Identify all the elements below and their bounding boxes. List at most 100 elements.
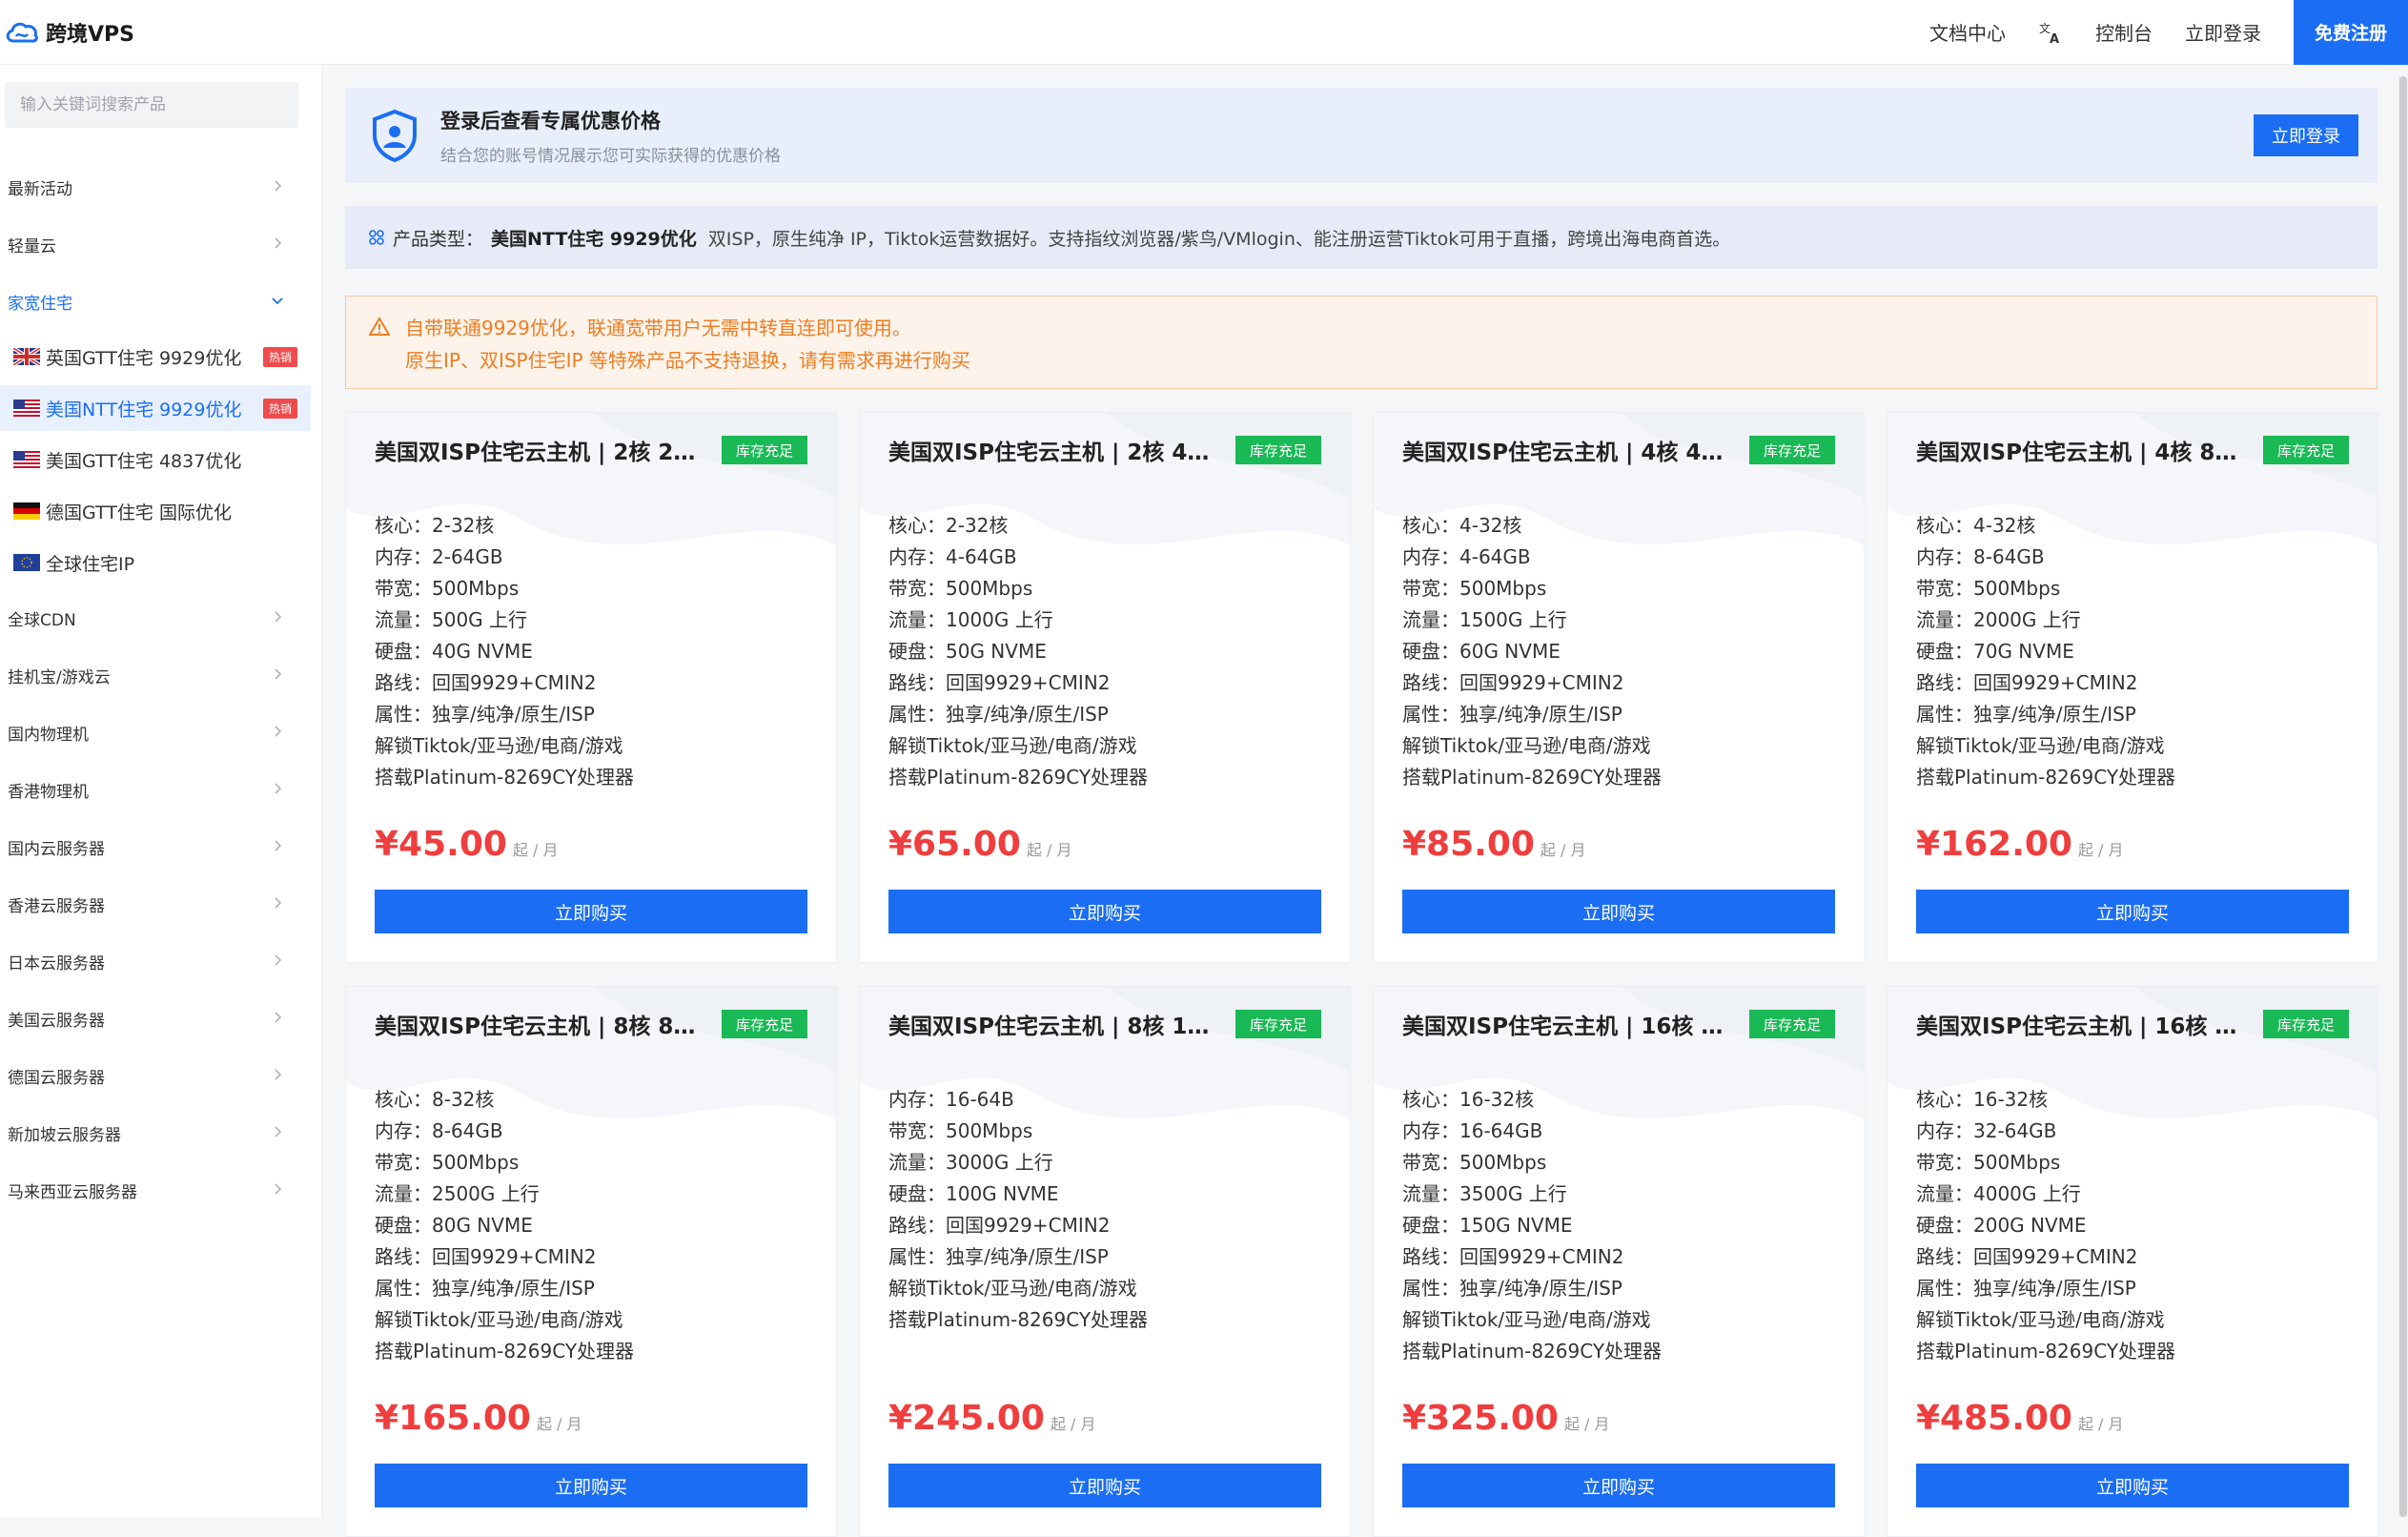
search-input[interactable] [5,82,298,128]
banner-login-button[interactable]: 立即登录 [2254,114,2358,156]
buy-button[interactable]: 立即购买 [1916,890,2349,933]
sidebar-item-label: 挂机宝/游戏云 [8,667,111,687]
spec-line: 流量：1000G 上行 [888,608,1053,631]
spec-line: 属性：独享/纯净/原生/ISP [375,703,595,726]
product-card: 美国双ISP住宅云主机 | 2核 2… 库存充足 核心：2-32核 内存：2-64GB… [345,412,837,963]
sidebar-item-us-cloud[interactable]: 美国云服务器 [0,999,305,1037]
product-card: 美国双ISP住宅云主机 | 2核 4… 库存充足 核心：2-32核 内存：4-64GB… [859,412,1351,963]
product-type-label: 产品类型： [393,228,484,250]
buy-button[interactable]: 立即购买 [375,1464,807,1507]
notice-box: 自带联通9929优化，联通宽带用户无需中转直连即可使用。 原生IP、双ISP住宅… [345,296,2377,389]
chevron-right-icon [275,783,282,794]
sidebar-item-label: 马来西亚云服务器 [8,1182,137,1202]
cloud-logo-icon [6,22,38,43]
spec-line: 流量：3000G 上行 [888,1151,1053,1174]
spec-line: 流量：4000G 上行 [1916,1182,2081,1205]
sidebar-item-singapore-cloud[interactable]: 新加坡云服务器 [0,1114,305,1152]
spec-line: 硬盘：40G NVME [375,640,533,663]
docs-link[interactable]: 文档中心 [1929,18,2006,46]
price-row: ¥245.00 起 / 月 [888,1399,1096,1438]
spec-line: 带宽：500Mbps [1402,577,1547,600]
notice-line-1: 自带联通9929优化，联通宽带用户无需中转直连即可使用。 [369,310,2377,342]
spec-line: 搭载Platinum-8269CY处理器 [888,1308,1149,1331]
translate-icon[interactable]: 文 A [2038,20,2063,45]
sidebar-subitem-us-gtt[interactable]: 美国GTT住宅 4837优化 [0,437,311,482]
sidebar-item-hk-physical[interactable]: 香港物理机 [0,770,305,809]
price-row: ¥85.00 起 / 月 [1402,825,1586,864]
spec-line: 搭载Platinum-8269CY处理器 [888,766,1149,789]
product-card: 美国双ISP住宅云主机 | 4核 8… 库存充足 核心：4-32核 内存：8-64GB… [1887,412,2378,963]
sidebar-item-label: 全球CDN [8,610,76,630]
chevron-right-icon [275,611,282,623]
buy-button[interactable]: 立即购买 [888,890,1321,933]
login-link[interactable]: 立即登录 [2185,18,2261,46]
spec-line: 硬盘：50G NVME [888,640,1047,663]
us-flag-icon [13,400,40,417]
scrollbar-thumb[interactable] [2399,76,2407,1517]
subitem-label: 德国GTT住宅 国际优化 [46,502,232,523]
chevron-right-icon [275,237,282,249]
buy-button[interactable]: 立即购买 [375,890,807,933]
banner-text: 登录后查看专属优惠价格 结合您的账号情况展示您可实际获得的优惠价格 [440,106,781,166]
sidebar-item-global-cdn[interactable]: 全球CDN [0,599,305,637]
product-type-name: 美国NTT住宅 9929优化 [491,228,697,250]
subitem-label: 美国NTT住宅 9929优化 [46,399,242,420]
sidebar-subitem-global-ip[interactable]: 全球住宅IP [0,540,311,585]
price: ¥162.00 [1916,825,2072,864]
spec-line: 内存：16-64B [888,1088,1014,1111]
price: ¥85.00 [1402,825,1535,864]
sidebar-item-japan-cloud[interactable]: 日本云服务器 [0,942,305,980]
sidebar-item-latest-events[interactable]: 最新活动 [0,168,305,206]
spec-line: 属性：独享/纯净/原生/ISP [375,1277,595,1300]
sidebar-item-label: 国内云服务器 [8,839,105,859]
banner-subtitle: 结合您的账号情况展示您可实际获得的优惠价格 [440,146,781,166]
spec-line: 路线：回国9929+CMIN2 [1402,1245,1624,1268]
price: ¥485.00 [1916,1399,2072,1438]
console-link[interactable]: 控制台 [2095,18,2153,46]
spec-list: 核心：16-32核 内存：16-64GB 带宽：500Mbps 流量：3500G 上行… [1402,1084,1662,1367]
sidebar-item-germany-cloud[interactable]: 德国云服务器 [0,1056,305,1095]
price-unit: 起 / 月 [536,1415,582,1433]
spec-line: 流量：500G 上行 [375,608,528,631]
sidebar-item-label: 轻量云 [8,236,56,256]
spec-line: 解锁Tiktok/亚马逊/电商/游戏 [1402,1308,1651,1331]
price-unit: 起 / 月 [1026,841,1072,859]
spec-list: 核心：2-32核 内存：2-64GB 带宽：500Mbps 流量：500G 上行 硬盘：… [375,510,634,793]
sidebar-item-label: 美国云服务器 [8,1011,105,1031]
card-title: 美国双ISP住宅云主机 | 16核 … [1916,1014,2237,1039]
chevron-right-icon [275,954,282,966]
buy-button[interactable]: 立即购买 [888,1464,1321,1507]
spec-line: 核心：16-32核 [1402,1088,1535,1111]
spec-line: 解锁Tiktok/亚马逊/电商/游戏 [1916,1308,2165,1331]
de-flag-icon [13,502,40,520]
logo[interactable]: 跨境VPS [4,17,134,48]
sidebar-item-domestic-physical[interactable]: 国内物理机 [0,713,305,751]
spec-list: 核心：4-32核 内存：4-64GB 带宽：500Mbps 流量：1500G 上行 硬盘… [1402,510,1662,793]
spec-line: 属性：独享/纯净/原生/ISP [1402,703,1622,726]
sidebar-item-malaysia-cloud[interactable]: 马来西亚云服务器 [0,1171,305,1209]
vertical-scrollbar[interactable] [2398,76,2408,1517]
spec-line: 硬盘：70G NVME [1916,640,2074,663]
buy-button[interactable]: 立即购买 [1916,1464,2349,1507]
sidebar-item-game-cloud[interactable]: 挂机宝/游戏云 [0,656,305,694]
spec-line: 硬盘：80G NVME [375,1214,533,1237]
spec-line: 解锁Tiktok/亚马逊/电商/游戏 [888,734,1137,757]
register-button[interactable]: 免费注册 [2294,0,2408,65]
buy-button[interactable]: 立即购买 [1402,1464,1835,1507]
spec-list: 核心：4-32核 内存：8-64GB 带宽：500Mbps 流量：2000G 上行 硬盘… [1916,510,2175,793]
brand-name: 跨境VPS [46,22,134,47]
sidebar-item-lightweight-cloud[interactable]: 轻量云 [0,225,305,263]
buy-button[interactable]: 立即购买 [1402,890,1835,933]
sidebar-subitem-uk-gtt[interactable]: 英国GTT住宅 9929优化 热销 [0,334,311,379]
card-title: 美国双ISP住宅云主机 | 8核 8… [375,1014,696,1039]
spec-line: 属性：独享/纯净/原生/ISP [1916,1277,2136,1300]
sidebar-subitem-de-gtt[interactable]: 德国GTT住宅 国际优化 [0,488,311,534]
spec-line: 路线：回国9929+CMIN2 [375,1245,597,1268]
sidebar-item-domestic-cloud[interactable]: 国内云服务器 [0,828,305,866]
sidebar-item-hk-cloud[interactable]: 香港云服务器 [0,885,305,923]
spec-line: 内存：16-64GB [1402,1119,1543,1142]
sidebar-item-residential[interactable]: 家宽住宅 [0,282,305,320]
us-flag-icon [13,451,40,468]
spec-line: 核心：2-32核 [375,514,495,537]
sidebar-subitem-us-ntt[interactable]: 美国NTT住宅 9929优化 热销 [0,385,311,431]
